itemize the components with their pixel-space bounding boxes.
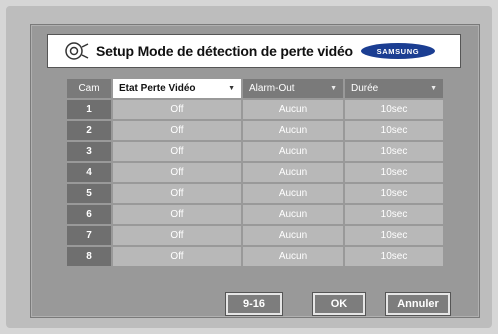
- camera-number: 1: [67, 100, 111, 119]
- column-header-duration[interactable]: Durée ▼: [345, 79, 443, 98]
- camera-number: 2: [67, 121, 111, 140]
- video-loss-state-cell[interactable]: Off: [113, 226, 241, 245]
- ok-button[interactable]: OK: [313, 293, 365, 315]
- dialog-title-bar: Setup Mode de détection de perte vidéo S…: [47, 34, 461, 68]
- duration-cell[interactable]: 10sec: [345, 163, 443, 182]
- video-loss-state-cell[interactable]: Off: [113, 142, 241, 161]
- camera-number: 5: [67, 184, 111, 203]
- camera-number: 4: [67, 163, 111, 182]
- table-row: 3 Off Aucun 10sec: [67, 142, 443, 161]
- next-cameras-button[interactable]: 9-16: [226, 293, 282, 315]
- video-loss-state-cell[interactable]: Off: [113, 100, 241, 119]
- table-row: 6 Off Aucun 10sec: [67, 205, 443, 224]
- alarm-out-cell[interactable]: Aucun: [243, 226, 343, 245]
- camera-number: 8: [67, 247, 111, 266]
- video-loss-state-cell[interactable]: Off: [113, 247, 241, 266]
- table-row: 2 Off Aucun 10sec: [67, 121, 443, 140]
- duration-cell[interactable]: 10sec: [345, 184, 443, 203]
- samsung-logo: SAMSUNG: [360, 43, 435, 59]
- table-row: 4 Off Aucun 10sec: [67, 163, 443, 182]
- table-header-row: Cam Etat Perte Vidéo ▼ Alarm-Out ▼ Durée ▼: [67, 79, 443, 98]
- camera-number: 7: [67, 226, 111, 245]
- alarm-out-cell[interactable]: Aucun: [243, 100, 343, 119]
- duration-cell[interactable]: 10sec: [345, 205, 443, 224]
- video-loss-state-cell[interactable]: Off: [113, 121, 241, 140]
- alarm-out-cell[interactable]: Aucun: [243, 205, 343, 224]
- alarm-out-cell[interactable]: Aucun: [243, 142, 343, 161]
- setup-dialog: Setup Mode de détection de perte vidéo S…: [30, 24, 480, 318]
- alarm-out-cell[interactable]: Aucun: [243, 121, 343, 140]
- table-row: 7 Off Aucun 10sec: [67, 226, 443, 245]
- table-row: 5 Off Aucun 10sec: [67, 184, 443, 203]
- column-header-video-loss-state[interactable]: Etat Perte Vidéo ▼: [113, 79, 241, 98]
- duration-cell[interactable]: 10sec: [345, 121, 443, 140]
- camera-lens-icon: [65, 42, 89, 60]
- chevron-down-icon: ▼: [430, 85, 437, 92]
- chevron-down-icon: ▼: [330, 85, 337, 92]
- duration-cell[interactable]: 10sec: [345, 226, 443, 245]
- column-header-alarm-out[interactable]: Alarm-Out ▼: [243, 79, 343, 98]
- alarm-out-cell[interactable]: Aucun: [243, 184, 343, 203]
- cancel-button[interactable]: Annuler: [386, 293, 450, 315]
- video-loss-state-cell[interactable]: Off: [113, 184, 241, 203]
- alarm-out-cell[interactable]: Aucun: [243, 247, 343, 266]
- camera-number: 3: [67, 142, 111, 161]
- monitor-screen: Setup Mode de détection de perte vidéo S…: [6, 6, 492, 328]
- duration-cell[interactable]: 10sec: [345, 100, 443, 119]
- video-loss-state-cell[interactable]: Off: [113, 163, 241, 182]
- camera-settings-table: Cam Etat Perte Vidéo ▼ Alarm-Out ▼ Durée ▼ …: [65, 77, 445, 268]
- duration-cell[interactable]: 10sec: [345, 142, 443, 161]
- duration-cell[interactable]: 10sec: [345, 247, 443, 266]
- alarm-out-cell[interactable]: Aucun: [243, 163, 343, 182]
- column-header-cam: Cam: [67, 79, 111, 98]
- video-loss-state-cell[interactable]: Off: [113, 205, 241, 224]
- camera-number: 6: [67, 205, 111, 224]
- brand-logo-text: SAMSUNG: [376, 46, 420, 56]
- dialog-title: Setup Mode de détection de perte vidéo: [96, 43, 353, 59]
- table-row: 1 Off Aucun 10sec: [67, 100, 443, 119]
- chevron-down-icon: ▼: [228, 85, 235, 92]
- table-row: 8 Off Aucun 10sec: [67, 247, 443, 266]
